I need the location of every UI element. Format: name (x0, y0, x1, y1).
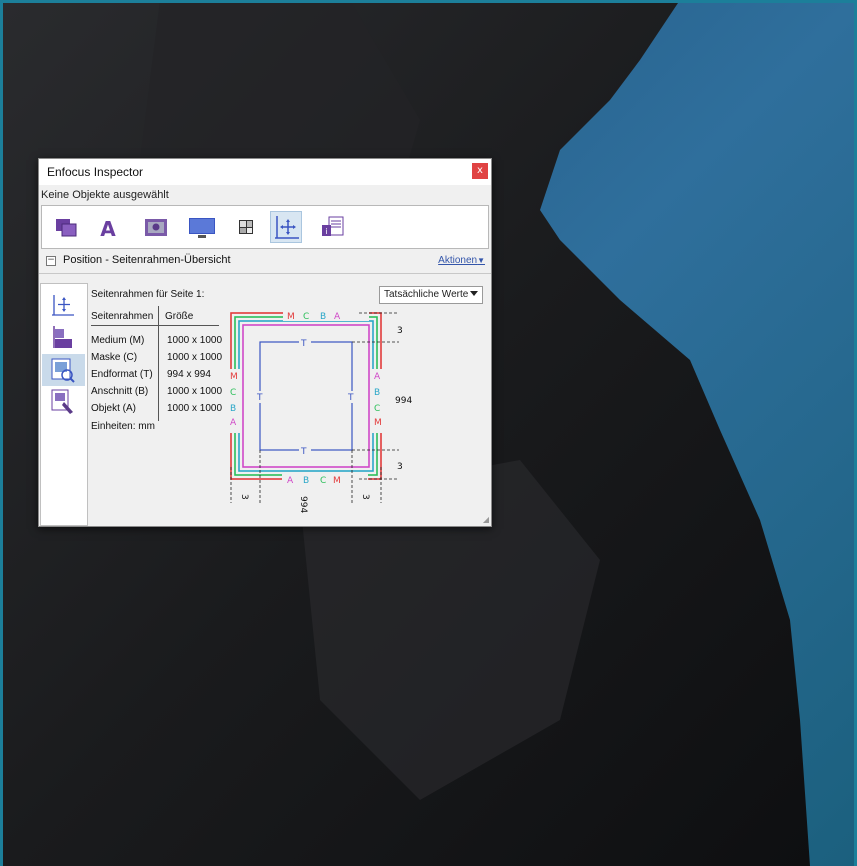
values-dropdown[interactable]: Tatsächliche Werte (379, 286, 483, 304)
col-header-frame: Seitenrahmen (91, 311, 154, 322)
window-title: Enfocus Inspector (47, 165, 144, 179)
position-move-icon[interactable] (270, 211, 302, 243)
row-name: Anschnitt (B) (91, 386, 149, 397)
frames-heading: Seitenrahmen für Seite 1: (91, 289, 205, 300)
top-label-m: M (287, 312, 295, 322)
dim-bottom: 3 (397, 462, 403, 472)
column-divider (158, 306, 159, 421)
frame-overview-panel: Seitenrahmen für Seite 1: Tatsächliche W… (91, 283, 489, 523)
inspector-toolbar: A i (41, 205, 489, 249)
page-frames-diagram: M C B A A B C M M C B A A B C M T T T T … (227, 307, 412, 513)
actions-label: Aktionen (438, 255, 478, 266)
bottom-label-a: A (287, 476, 294, 486)
row-size: 994 x 994 (167, 369, 211, 380)
row-name: Endformat (T) (91, 369, 153, 380)
row-name: Objekt (A) (91, 403, 137, 414)
svg-text:i: i (325, 227, 327, 236)
page-settings-icon[interactable] (42, 386, 85, 418)
dim-bottom-mid: 994 (298, 496, 308, 513)
dim-right: 994 (395, 396, 412, 406)
resize-grip-icon[interactable]: ◢ (483, 515, 489, 524)
trim-label-left: T (256, 393, 263, 403)
left-label-c: C (230, 388, 236, 398)
close-button[interactable]: x (472, 163, 488, 179)
section-title: Position - Seitenrahmen-Übersicht (63, 254, 231, 266)
monitor-icon[interactable] (186, 211, 218, 243)
document-info-icon[interactable]: i (316, 211, 348, 243)
image-icon[interactable] (140, 211, 172, 243)
row-name: Maske (C) (91, 352, 138, 363)
bottom-label-b: B (303, 476, 309, 486)
row-name: Medium (M) (91, 335, 145, 346)
bottom-label-c: C (320, 476, 326, 486)
trim-frame (259, 341, 353, 451)
header-divider (91, 325, 219, 326)
right-label-c: C (374, 404, 380, 414)
position-move-icon[interactable] (42, 290, 85, 322)
trim-label-right: T (347, 393, 354, 403)
top-label-a: A (334, 312, 341, 322)
chevron-down-icon: ▼ (477, 256, 485, 265)
section-header: − Position - Seitenrahmen-Übersicht Akti… (39, 251, 491, 274)
left-label-m: M (230, 372, 238, 382)
top-label-b: B (320, 312, 326, 322)
bottom-label-m: M (333, 476, 341, 486)
row-size: 1000 x 1000 (167, 386, 223, 397)
units-label: Einheiten: mm (91, 421, 155, 432)
right-label-a: A (374, 372, 381, 382)
right-label-b: B (374, 388, 380, 398)
inspector-window: Enfocus Inspector x Keine Objekte ausgew… (38, 158, 492, 527)
chevron-down-icon (470, 291, 478, 296)
trim-label-top: T (300, 339, 307, 349)
text-icon[interactable]: A (92, 211, 124, 243)
row-size: 1000 x 1000 (167, 403, 223, 414)
title-bar[interactable]: Enfocus Inspector x (39, 159, 491, 185)
side-tabs (40, 283, 88, 526)
actions-menu[interactable]: Aktionen▼ (438, 255, 485, 266)
dropdown-value: Tatsächliche Werte (384, 289, 469, 300)
dim-bottom-left: 3 (239, 494, 249, 500)
left-label-a: A (230, 418, 237, 428)
color-grid-icon[interactable] (230, 211, 262, 243)
trim-label-bottom: T (300, 447, 307, 457)
collapse-toggle[interactable]: − (46, 256, 56, 266)
zoom-page-icon[interactable] (42, 354, 85, 386)
dim-bottom-right: 3 (360, 494, 370, 500)
dim-top: 3 (397, 326, 403, 336)
row-size: 1000 x 1000 (167, 335, 223, 346)
object-stack-icon[interactable] (50, 211, 82, 243)
row-size: 1000 x 1000 (167, 352, 223, 363)
text-icon-glyph: A (100, 217, 116, 241)
top-label-c: C (303, 312, 309, 322)
right-label-m: M (374, 418, 382, 428)
selection-status: Keine Objekte ausgewählt (41, 189, 169, 201)
left-label-b: B (230, 404, 236, 414)
col-header-size: Größe (165, 311, 194, 322)
align-icon[interactable] (42, 322, 85, 354)
